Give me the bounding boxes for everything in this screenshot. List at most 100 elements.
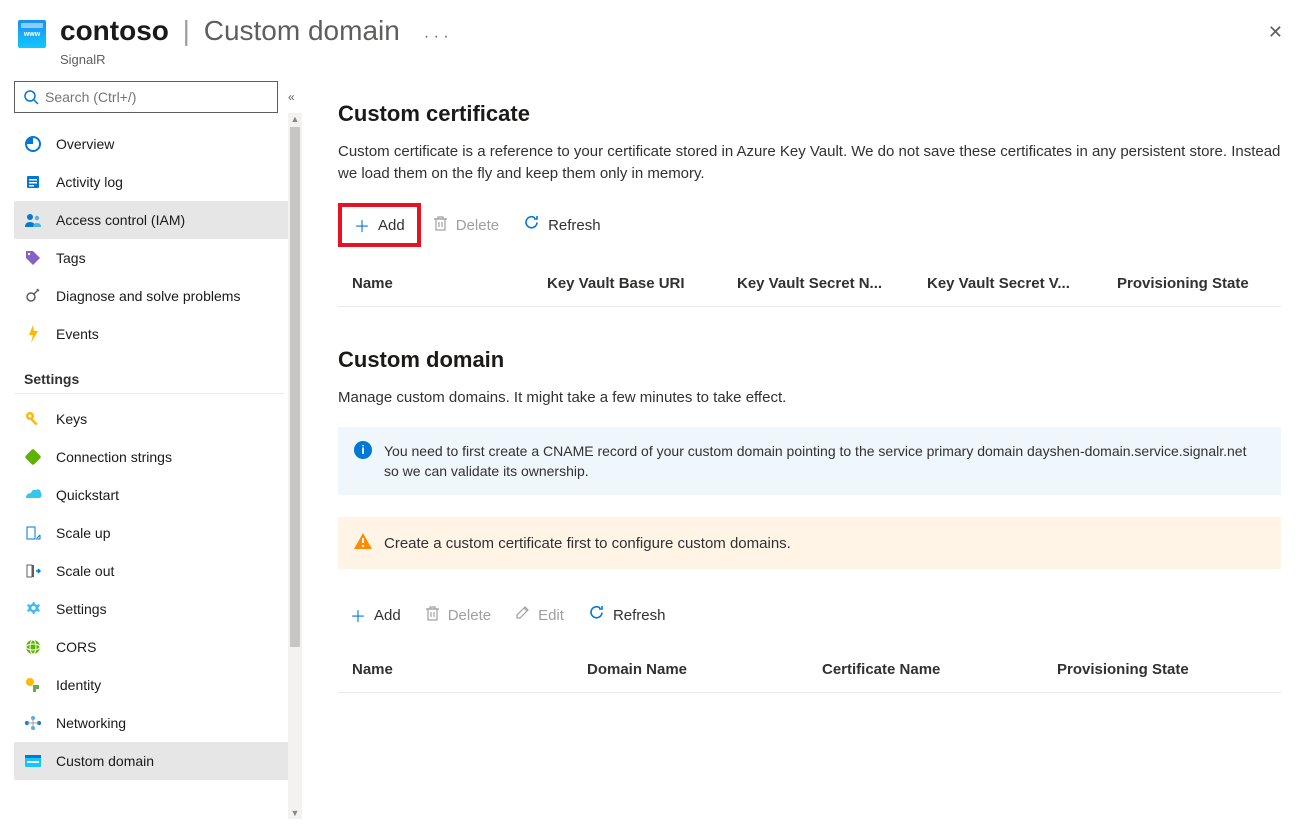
sidebar-item-label: Settings	[56, 601, 107, 617]
sidebar-item-scale-out[interactable]: Scale out	[14, 552, 298, 590]
sidebar-item-scale-up[interactable]: Scale up	[14, 514, 298, 552]
page-name: Custom domain	[204, 15, 400, 46]
scroll-down-arrow[interactable]: ▼	[290, 808, 300, 818]
domain-refresh-button[interactable]: Refresh	[576, 597, 678, 633]
sidebar-item-label: Access control (IAM)	[56, 212, 185, 228]
domain-edit-button[interactable]: Edit	[503, 597, 576, 633]
overview-icon	[24, 135, 42, 153]
custom-domain-description: Manage custom domains. It might take a f…	[338, 387, 1281, 409]
sidebar-item-access-control[interactable]: Access control (IAM)	[14, 201, 298, 239]
add-label: Add	[374, 607, 401, 624]
refresh-icon	[588, 604, 605, 626]
col-name: Name	[352, 275, 547, 292]
sidebar-item-label: Quickstart	[56, 487, 119, 503]
delete-label: Delete	[456, 217, 499, 234]
scale-out-icon	[24, 562, 42, 580]
sidebar-item-tags[interactable]: Tags	[14, 239, 298, 277]
add-button-highlight: ＋ Add	[338, 203, 421, 247]
sidebar-item-networking[interactable]: Networking	[14, 704, 298, 742]
sidebar-search[interactable]	[14, 81, 278, 113]
custom-domain-icon	[24, 752, 42, 770]
events-icon	[24, 325, 42, 343]
scrollbar-thumb[interactable]	[290, 127, 300, 647]
sidebar-item-cors[interactable]: CORS	[14, 628, 298, 666]
identity-icon	[24, 676, 42, 694]
sidebar-item-label: Identity	[56, 677, 101, 693]
custom-certificate-heading: Custom certificate	[338, 101, 1281, 127]
edit-label: Edit	[538, 607, 564, 624]
resource-icon: www	[18, 20, 46, 48]
warning-icon	[354, 533, 372, 553]
sidebar-item-label: Scale out	[56, 563, 114, 579]
col-domain-name: Domain Name	[587, 661, 822, 678]
col-provisioning-state: Provisioning State	[1057, 661, 1281, 678]
delete-label: Delete	[448, 607, 491, 624]
sidebar-item-label: Keys	[56, 411, 87, 427]
col-provisioning-state: Provisioning State	[1117, 275, 1281, 292]
custom-domain-heading: Custom domain	[338, 347, 1281, 373]
diagnose-icon	[24, 287, 42, 305]
domain-warning-banner: Create a custom certificate first to con…	[338, 517, 1281, 569]
pencil-icon	[515, 605, 530, 625]
more-menu[interactable]: · · ·	[424, 28, 449, 46]
resource-name: contoso	[60, 15, 169, 46]
sidebar-item-custom-domain[interactable]: Custom domain	[14, 742, 298, 780]
search-icon	[23, 89, 39, 105]
plus-icon: ＋	[354, 213, 370, 237]
custom-certificate-description: Custom certificate is a reference to you…	[338, 141, 1281, 185]
refresh-label: Refresh	[548, 217, 601, 234]
info-text: You need to first create a CNAME record …	[384, 441, 1265, 481]
gear-icon	[24, 600, 42, 618]
col-kv-secret-version: Key Vault Secret V...	[927, 275, 1117, 292]
sidebar-item-settings[interactable]: Settings	[14, 590, 298, 628]
sidebar-item-label: Tags	[56, 250, 86, 266]
trash-icon	[425, 605, 440, 626]
domain-add-button[interactable]: ＋ Add	[338, 597, 413, 633]
sidebar-item-identity[interactable]: Identity	[14, 666, 298, 704]
sidebar-item-label: Networking	[56, 715, 126, 731]
sidebar-item-label: CORS	[56, 639, 96, 655]
cert-refresh-button[interactable]: Refresh	[511, 207, 613, 243]
sidebar-item-diagnose[interactable]: Diagnose and solve problems	[14, 277, 298, 315]
connection-strings-icon	[24, 448, 42, 466]
quickstart-icon	[24, 486, 42, 504]
trash-icon	[433, 215, 448, 236]
sidebar-item-label: Events	[56, 326, 99, 342]
plus-icon: ＋	[350, 603, 366, 627]
scroll-up-arrow[interactable]: ▲	[290, 114, 300, 124]
access-control-icon	[24, 211, 42, 229]
resource-type: SignalR	[60, 52, 400, 67]
certificate-toolbar: ＋ Add Delete Refresh	[338, 203, 1281, 247]
cert-delete-button[interactable]: Delete	[421, 207, 511, 243]
sidebar-scrollbar[interactable]: ▲ ▼	[288, 113, 302, 819]
keys-icon	[24, 410, 42, 428]
networking-icon	[24, 714, 42, 732]
col-certificate-name: Certificate Name	[822, 661, 1057, 678]
page-title: contoso | Custom domain	[60, 14, 400, 48]
sidebar-item-label: Scale up	[56, 525, 110, 541]
sidebar-item-quickstart[interactable]: Quickstart	[14, 476, 298, 514]
cert-add-button[interactable]: ＋ Add	[342, 207, 417, 243]
refresh-icon	[523, 214, 540, 236]
sidebar-item-connection-strings[interactable]: Connection strings	[14, 438, 298, 476]
collapse-sidebar-button[interactable]: «	[288, 90, 292, 104]
search-input[interactable]	[45, 89, 269, 105]
domain-delete-button[interactable]: Delete	[413, 597, 503, 633]
sidebar-item-keys[interactable]: Keys	[14, 400, 298, 438]
col-kv-uri: Key Vault Base URI	[547, 275, 737, 292]
activity-log-icon	[24, 173, 42, 191]
sidebar-item-events[interactable]: Events	[14, 315, 298, 353]
close-button[interactable]: ✕	[1260, 14, 1291, 51]
tags-icon	[24, 249, 42, 267]
sidebar-item-activity-log[interactable]: Activity log	[14, 163, 298, 201]
refresh-label: Refresh	[613, 607, 666, 624]
add-label: Add	[378, 217, 405, 234]
domain-table-header: Name Domain Name Certificate Name Provis…	[338, 649, 1281, 693]
info-icon: i	[354, 441, 372, 459]
col-kv-secret-name: Key Vault Secret N...	[737, 275, 927, 292]
warning-text: Create a custom certificate first to con…	[384, 535, 791, 552]
sidebar-item-label: Diagnose and solve problems	[56, 288, 240, 304]
sidebar-item-overview[interactable]: Overview	[14, 125, 298, 163]
domain-toolbar: ＋ Add Delete Edit Refresh	[338, 597, 1281, 633]
cors-icon	[24, 638, 42, 656]
